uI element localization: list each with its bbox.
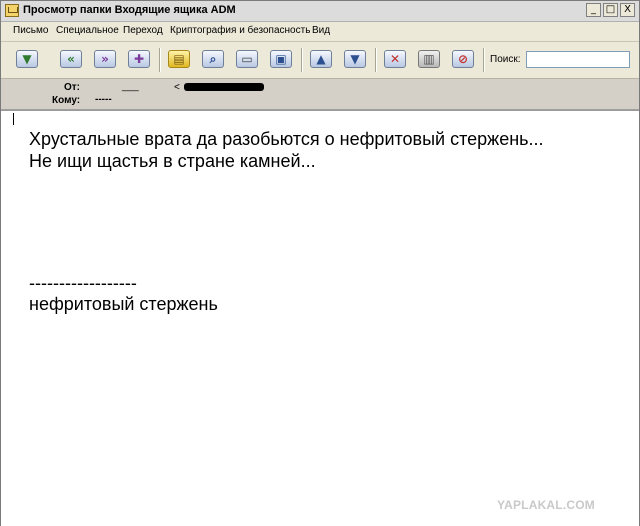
toolbar-separator [301, 48, 303, 72]
redacted-email [184, 83, 264, 91]
trash-icon: ▥ [418, 50, 440, 68]
menu-item-special[interactable]: Специальное [56, 25, 119, 36]
message-header: От: ___ < Кому: ----- [1, 79, 639, 110]
message-line-1: Хрустальные врата да разобьются о нефрит… [29, 129, 544, 149]
to-label: Кому: [52, 95, 81, 106]
receive-mail-icon: ▼ [16, 50, 38, 68]
toolbar-separator [375, 48, 377, 72]
block-icon: ⊘ [452, 50, 474, 68]
notes-button[interactable]: ▤ [165, 47, 193, 73]
menu-item-crypto[interactable]: Криптография и безопасность [170, 25, 310, 36]
toolbar-separator [483, 48, 485, 72]
window-controls: _ □ X [586, 3, 635, 17]
title-bar: Просмотр папки Входящие ящика ADM _ □ X [1, 1, 639, 22]
to-value: ----- [95, 94, 112, 105]
close-button[interactable]: X [620, 3, 635, 17]
notes-icon: ▤ [168, 50, 190, 68]
receive-mail-button[interactable]: ▼ [13, 47, 41, 73]
next-icon: ▼ [344, 50, 366, 68]
maximize-button[interactable]: □ [603, 3, 618, 17]
save-button[interactable]: ▣ [267, 47, 295, 73]
folder-icon [5, 4, 19, 17]
previous-button[interactable]: ▲ [307, 47, 335, 73]
toolbar-separator [159, 48, 161, 72]
message-line-2: Не ищи щастья в стране камней... [29, 151, 316, 171]
message-signature: нефритовый стержень [29, 294, 218, 314]
reply-button[interactable]: « [57, 47, 85, 73]
menu-item-view[interactable]: Вид [312, 25, 330, 36]
new-message-button[interactable]: ✚ [125, 47, 153, 73]
print-button[interactable]: ▭ [233, 47, 261, 73]
mail-viewer-window: Просмотр папки Входящие ящика ADM _ □ X … [0, 0, 640, 526]
delete-icon: ✕ [384, 50, 406, 68]
toolbar: ▼ « » ✚ ▤ ⌕ ▭ ▣ ▲ ▼ ✕ ▥ ⊘ Поиск: [1, 42, 639, 79]
save-icon: ▣ [270, 50, 292, 68]
next-button[interactable]: ▼ [341, 47, 369, 73]
reply-icon: « [60, 50, 82, 68]
trash-button[interactable]: ▥ [415, 47, 443, 73]
menu-item-go[interactable]: Переход [123, 25, 163, 36]
forward-button[interactable]: » [91, 47, 119, 73]
message-body[interactable]: Хрустальные врата да разобьются о нефрит… [1, 110, 639, 526]
new-message-icon: ✚ [128, 50, 150, 68]
search-input[interactable] [526, 51, 630, 68]
text-caret [13, 113, 14, 125]
search-label: Поиск: [490, 54, 521, 65]
block-button[interactable]: ⊘ [449, 47, 477, 73]
minimize-button[interactable]: _ [586, 3, 601, 17]
menu-item-letter[interactable]: Письмо [13, 25, 48, 36]
window-title: Просмотр папки Входящие ящика ADM [23, 4, 236, 16]
print-icon: ▭ [236, 50, 258, 68]
menu-bar: Письмо Специальное Переход Криптография … [1, 22, 639, 42]
from-email-start: < [174, 82, 180, 93]
forward-icon: » [94, 50, 116, 68]
previous-icon: ▲ [310, 50, 332, 68]
find-icon: ⌕ [202, 50, 224, 68]
find-button[interactable]: ⌕ [199, 47, 227, 73]
delete-button[interactable]: ✕ [381, 47, 409, 73]
from-label: От: [64, 82, 81, 93]
watermark-text: YAPLAKAL.COM [497, 498, 595, 512]
from-name: ___ [122, 81, 139, 92]
message-separator: ------------------ [29, 273, 137, 293]
